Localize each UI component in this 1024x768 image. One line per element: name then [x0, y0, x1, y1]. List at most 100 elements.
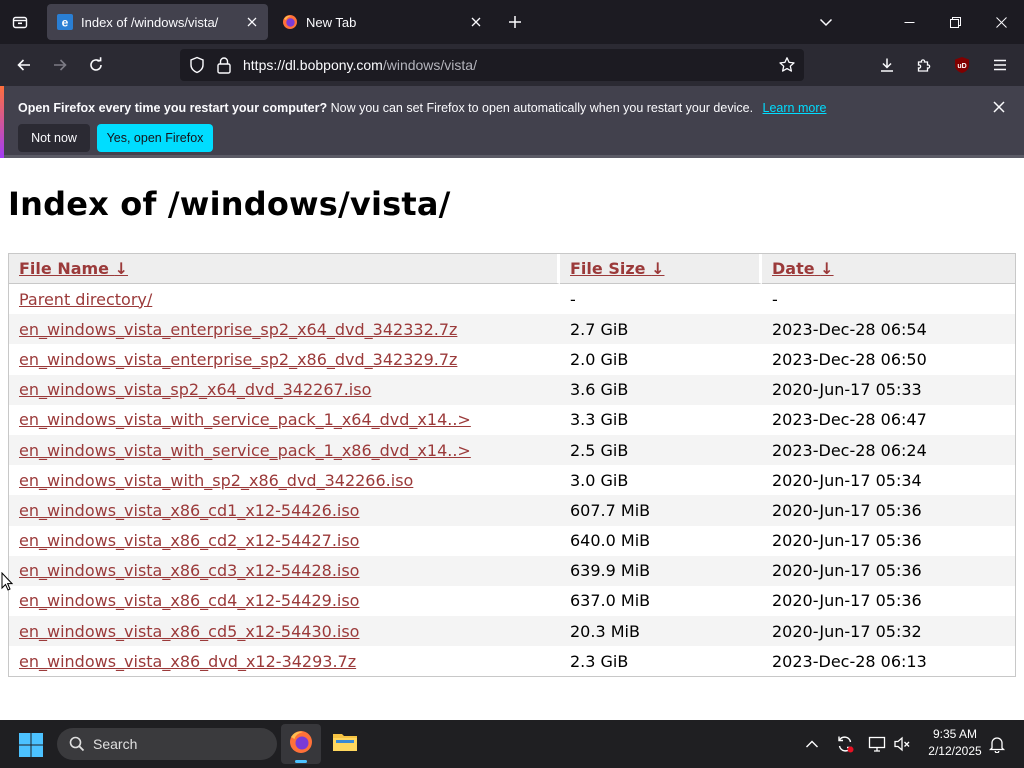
tab-active[interactable]: e Index of /windows/vista/ [47, 4, 268, 40]
bell-icon[interactable] [985, 732, 1009, 756]
file-link[interactable]: en_windows_vista_x86_cd5_x12-54430.iso [19, 622, 359, 641]
star-icon[interactable] [778, 56, 796, 78]
file-date-cell: 2020-Jun-17 05:33 [762, 374, 1015, 405]
table-row: en_windows_vista_x86_cd3_x12-54428.iso 6… [9, 555, 1015, 586]
sort-arrow-icon: ↓ [651, 259, 665, 278]
search-icon [69, 736, 85, 756]
file-size-cell: 607.7 MiB [560, 495, 762, 526]
file-link[interactable]: en_windows_vista_sp2_x64_dvd_342267.iso [19, 380, 371, 399]
file-listing-table: File Name ↓ File Size ↓ Date ↓ Parent di… [8, 253, 1016, 678]
file-size-cell: 3.3 GiB [570, 410, 629, 430]
file-date-cell: 2023-Dec-28 06:54 [762, 314, 1015, 345]
file-size-cell: 639.9 MiB [560, 555, 762, 586]
lock-icon[interactable] [216, 56, 232, 78]
active-app-indicator [295, 760, 307, 763]
extensions-icon[interactable] [909, 50, 939, 80]
taskbar-firefox-button[interactable] [281, 724, 321, 764]
taskbar-file-explorer-button[interactable] [325, 724, 365, 764]
table-row: en_windows_vista_with_sp2_x86_dvd_342266… [9, 465, 1015, 495]
taskbar-search-box[interactable]: Search [57, 728, 277, 760]
file-link[interactable]: en_windows_vista_x86_cd3_x12-54428.iso [19, 561, 359, 580]
url-text[interactable]: https://dl.bobpony.com/windows/vista/ [243, 49, 477, 81]
file-link[interactable]: en_windows_vista_with_service_pack_1_x86… [19, 441, 471, 460]
reload-icon[interactable] [81, 50, 111, 80]
shield-icon[interactable] [188, 56, 206, 78]
file-size-cell: 20.3 MiB [560, 616, 762, 647]
file-link[interactable]: en_windows_vista_with_sp2_x86_dvd_342266… [19, 471, 413, 490]
file-name-cell: en_windows_vista_with_service_pack_1_x86… [9, 434, 560, 466]
minimize-icon[interactable] [886, 0, 932, 44]
forward-icon[interactable] [45, 50, 75, 80]
page-content: Index of /windows/vista/ File Name ↓ Fil… [0, 161, 1024, 720]
file-size-cell: 640.0 MiB [570, 531, 651, 551]
close-icon[interactable] [978, 0, 1024, 44]
file-link[interactable]: en_windows_vista_with_service_pack_1_x64… [19, 410, 471, 429]
file-size-cell: 2.0 GiB [570, 349, 629, 369]
page-title: Index of /windows/vista/ [8, 185, 451, 223]
taskbar: Search 9:35 AM 2/12/2025 [0, 720, 1024, 768]
navigation-toolbar: https://dl.bobpony.com/windows/vista/ uD [0, 44, 1024, 86]
file-size-cell: 3.0 GiB [570, 470, 629, 490]
file-date-cell: 2023-Dec-28 06:47 [772, 410, 927, 430]
column-label: Date [772, 259, 815, 278]
close-icon[interactable] [240, 10, 264, 34]
notification-bar: Open Firefox every time you restart your… [0, 86, 1024, 158]
taskbar-clock[interactable]: 9:35 AM 2/12/2025 [918, 726, 992, 760]
column-header-date: Date ↓ [762, 254, 1015, 284]
tab-new-tab[interactable]: New Tab [272, 4, 492, 40]
menu-icon[interactable] [985, 50, 1015, 80]
file-size-cell: 2.3 GiB [570, 651, 629, 671]
close-icon[interactable] [988, 96, 1010, 118]
file-date-cell: 2023-Dec-28 06:24 [762, 434, 1015, 466]
chevron-up-icon[interactable] [800, 732, 824, 756]
not-now-button[interactable]: Not now [18, 124, 90, 152]
ublock-icon[interactable]: uD [947, 50, 977, 80]
file-link[interactable]: en_windows_vista_enterprise_sp2_x64_dvd_… [19, 320, 457, 339]
yes-open-firefox-button[interactable]: Yes, open Firefox [97, 124, 213, 152]
file-link[interactable]: en_windows_vista_enterprise_sp2_x86_dvd_… [19, 350, 457, 369]
chevron-down-icon[interactable] [803, 0, 849, 44]
file-name-cell: en_windows_vista_x86_cd5_x12-54430.iso [9, 616, 560, 647]
back-icon[interactable] [9, 50, 39, 80]
file-name-cell: en_windows_vista_with_service_pack_1_x64… [9, 405, 560, 435]
table-row: en_windows_vista_x86_cd1_x12-54426.iso 6… [9, 495, 1015, 526]
windows-start-icon[interactable] [18, 732, 44, 758]
file-date-cell: 2020-Jun-17 05:32 [762, 616, 1015, 647]
file-link[interactable]: en_windows_vista_x86_dvd_x12-34293.7z [19, 652, 356, 671]
file-link[interactable]: en_windows_vista_x86_cd4_x12-54429.iso [19, 591, 359, 610]
plus-icon[interactable] [502, 9, 528, 35]
search-label: Search [93, 736, 138, 752]
sort-by-date-link[interactable]: Date ↓ [772, 259, 834, 278]
file-date-cell: 2020-Jun-17 05:36 [762, 495, 1015, 526]
maximize-icon[interactable] [932, 0, 978, 44]
file-date-cell: 2020-Jun-17 05:36 [762, 555, 1015, 586]
table-row: en_windows_vista_sp2_x64_dvd_342267.iso … [9, 374, 1015, 405]
file-name-cell: en_windows_vista_with_sp2_x86_dvd_342266… [9, 465, 560, 495]
file-name-cell: en_windows_vista_enterprise_sp2_x64_dvd_… [9, 314, 560, 345]
download-icon[interactable] [872, 50, 902, 80]
sort-by-size-link[interactable]: File Size ↓ [570, 259, 664, 278]
parent-directory-link[interactable]: Parent directory/ [19, 290, 152, 309]
column-header-file-name: File Name ↓ [9, 254, 560, 284]
table-row: en_windows_vista_with_service_pack_1_x86… [9, 434, 1015, 466]
file-date-cell: 2020-Jun-17 05:34 [772, 470, 922, 490]
notification-text: Now you can set Firefox to open automati… [330, 101, 754, 115]
file-link[interactable]: en_windows_vista_x86_cd2_x12-54427.iso [19, 531, 359, 550]
tab-list-icon[interactable] [6, 8, 34, 36]
table-row: en_windows_vista_x86_cd2_x12-54427.iso 6… [9, 526, 1015, 556]
network-icon[interactable] [865, 732, 889, 756]
file-link[interactable]: en_windows_vista_x86_cd1_x12-54426.iso [19, 501, 359, 520]
url-bar[interactable]: https://dl.bobpony.com/windows/vista/ [180, 49, 804, 81]
firefox-icon [288, 729, 314, 759]
url-path: /windows/vista/ [382, 57, 477, 73]
volume-muted-icon[interactable] [890, 732, 914, 756]
file-size-cell: 637.0 MiB [570, 591, 651, 611]
sort-arrow-icon: ↓ [820, 259, 834, 278]
close-icon[interactable] [464, 10, 488, 34]
sync-icon[interactable] [833, 732, 857, 756]
learn-more-link[interactable]: Learn more [763, 101, 827, 115]
file-name-cell: en_windows_vista_x86_cd3_x12-54428.iso [9, 555, 560, 586]
tab-title: New Tab [306, 14, 357, 30]
table-row: en_windows_vista_with_service_pack_1_x64… [9, 405, 1015, 435]
sort-by-name-link[interactable]: File Name ↓ [19, 259, 128, 278]
